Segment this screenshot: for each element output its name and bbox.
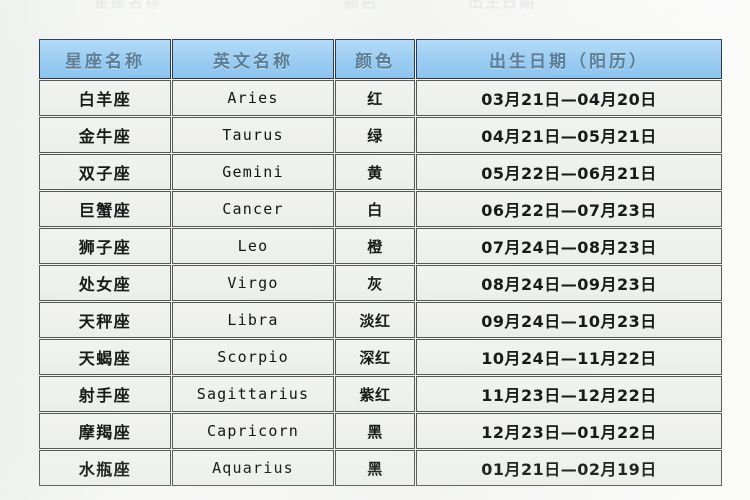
cell-birth-date: 12月23日—01月22日 xyxy=(416,413,722,449)
cell-birth-date: 06月22日—07月23日 xyxy=(416,191,722,227)
cell-english-name: Sagittarius xyxy=(172,376,334,412)
table-row: 天蝎座 Scorpio 深红 10月24日—11月22日 xyxy=(39,339,722,375)
column-header-zodiac-name: 星座名称 xyxy=(39,39,171,79)
zodiac-table-container: 星座名称 英文名称 颜色 出生日期（阳历） 白羊座 Aries 红 03月21日—04… xyxy=(38,38,722,487)
column-header-birth-date: 出生日期（阳历） xyxy=(416,39,722,79)
cell-color-value: 红 xyxy=(335,80,415,116)
table-row: 天秤座 Libra 淡红 09月24日—10月23日 xyxy=(39,302,722,338)
cell-english-name: Libra xyxy=(172,302,334,338)
cell-color-value: 橙 xyxy=(335,228,415,264)
remnant-fragment-name: 星座名称 xyxy=(94,0,163,11)
cell-birth-date: 01月21日—02月19日 xyxy=(416,450,722,486)
table-row: 处女座 Virgo 灰 08月24日—09月23日 xyxy=(39,265,722,301)
remnant-fragment-color: 颜色 xyxy=(344,0,379,11)
cell-english-name: Scorpio xyxy=(172,339,334,375)
table-row: 双子座 Gemini 黄 05月22日—06月21日 xyxy=(39,154,722,190)
cell-birth-date: 10月24日—11月22日 xyxy=(416,339,722,375)
table-row: 水瓶座 Aquarius 黑 01月21日—02月19日 xyxy=(39,450,722,486)
cell-english-name: Taurus xyxy=(172,117,334,153)
cell-color-value: 紫红 xyxy=(335,376,415,412)
remnant-fragment-date: 出生日期 xyxy=(468,0,537,11)
cell-color-value: 黄 xyxy=(335,154,415,190)
cell-english-name: Cancer xyxy=(172,191,334,227)
cell-color-value: 绿 xyxy=(335,117,415,153)
cell-zodiac-name: 天秤座 xyxy=(39,302,171,338)
cell-color-value: 淡红 xyxy=(335,302,415,338)
table-row: 摩羯座 Capricorn 黑 12月23日—01月22日 xyxy=(39,413,722,449)
cell-color-value: 白 xyxy=(335,191,415,227)
cell-zodiac-name: 水瓶座 xyxy=(39,450,171,486)
cell-zodiac-name: 金牛座 xyxy=(39,117,171,153)
cell-color-value: 深红 xyxy=(335,339,415,375)
cell-english-name: Aries xyxy=(172,80,334,116)
cell-zodiac-name: 双子座 xyxy=(39,154,171,190)
cell-birth-date: 08月24日—09月23日 xyxy=(416,265,722,301)
table-body: 白羊座 Aries 红 03月21日—04月20日 金牛座 Taurus 绿 04月21日—0… xyxy=(39,80,722,486)
table-row: 射手座 Sagittarius 紫红 11月23日—12月22日 xyxy=(39,376,722,412)
table-row: 金牛座 Taurus 绿 04月21日—05月21日 xyxy=(39,117,722,153)
cell-zodiac-name: 处女座 xyxy=(39,265,171,301)
cell-color-value: 灰 xyxy=(335,265,415,301)
cell-english-name: Gemini xyxy=(172,154,334,190)
cell-zodiac-name: 天蝎座 xyxy=(39,339,171,375)
cell-zodiac-name: 狮子座 xyxy=(39,228,171,264)
column-header-english-name: 英文名称 xyxy=(172,39,334,79)
cell-zodiac-name: 白羊座 xyxy=(39,80,171,116)
table-header: 星座名称 英文名称 颜色 出生日期（阳历） xyxy=(39,39,722,79)
cell-birth-date: 03月21日—04月20日 xyxy=(416,80,722,116)
cell-english-name: Capricorn xyxy=(172,413,334,449)
cell-english-name: Aquarius xyxy=(172,450,334,486)
cell-color-value: 黑 xyxy=(335,450,415,486)
cell-zodiac-name: 摩羯座 xyxy=(39,413,171,449)
table-header-row: 星座名称 英文名称 颜色 出生日期（阳历） xyxy=(39,39,722,79)
table-row: 狮子座 Leo 橙 07月24日—08月23日 xyxy=(39,228,722,264)
cell-english-name: Virgo xyxy=(172,265,334,301)
cell-birth-date: 04月21日—05月21日 xyxy=(416,117,722,153)
table-row: 巨蟹座 Cancer 白 06月22日—07月23日 xyxy=(39,191,722,227)
cell-birth-date: 11月23日—12月22日 xyxy=(416,376,722,412)
cell-birth-date: 05月22日—06月21日 xyxy=(416,154,722,190)
table-row: 白羊座 Aries 红 03月21日—04月20日 xyxy=(39,80,722,116)
cell-birth-date: 07月24日—08月23日 xyxy=(416,228,722,264)
clipped-row-remnant: 星座名称 颜色 出生日期 xyxy=(38,0,718,13)
cell-birth-date: 09月24日—10月23日 xyxy=(416,302,722,338)
zodiac-reference-table: 星座名称 英文名称 颜色 出生日期（阳历） 白羊座 Aries 红 03月21日—04… xyxy=(38,38,723,487)
cell-zodiac-name: 射手座 xyxy=(39,376,171,412)
cell-color-value: 黑 xyxy=(335,413,415,449)
cell-english-name: Leo xyxy=(172,228,334,264)
column-header-color: 颜色 xyxy=(335,39,415,79)
cell-zodiac-name: 巨蟹座 xyxy=(39,191,171,227)
